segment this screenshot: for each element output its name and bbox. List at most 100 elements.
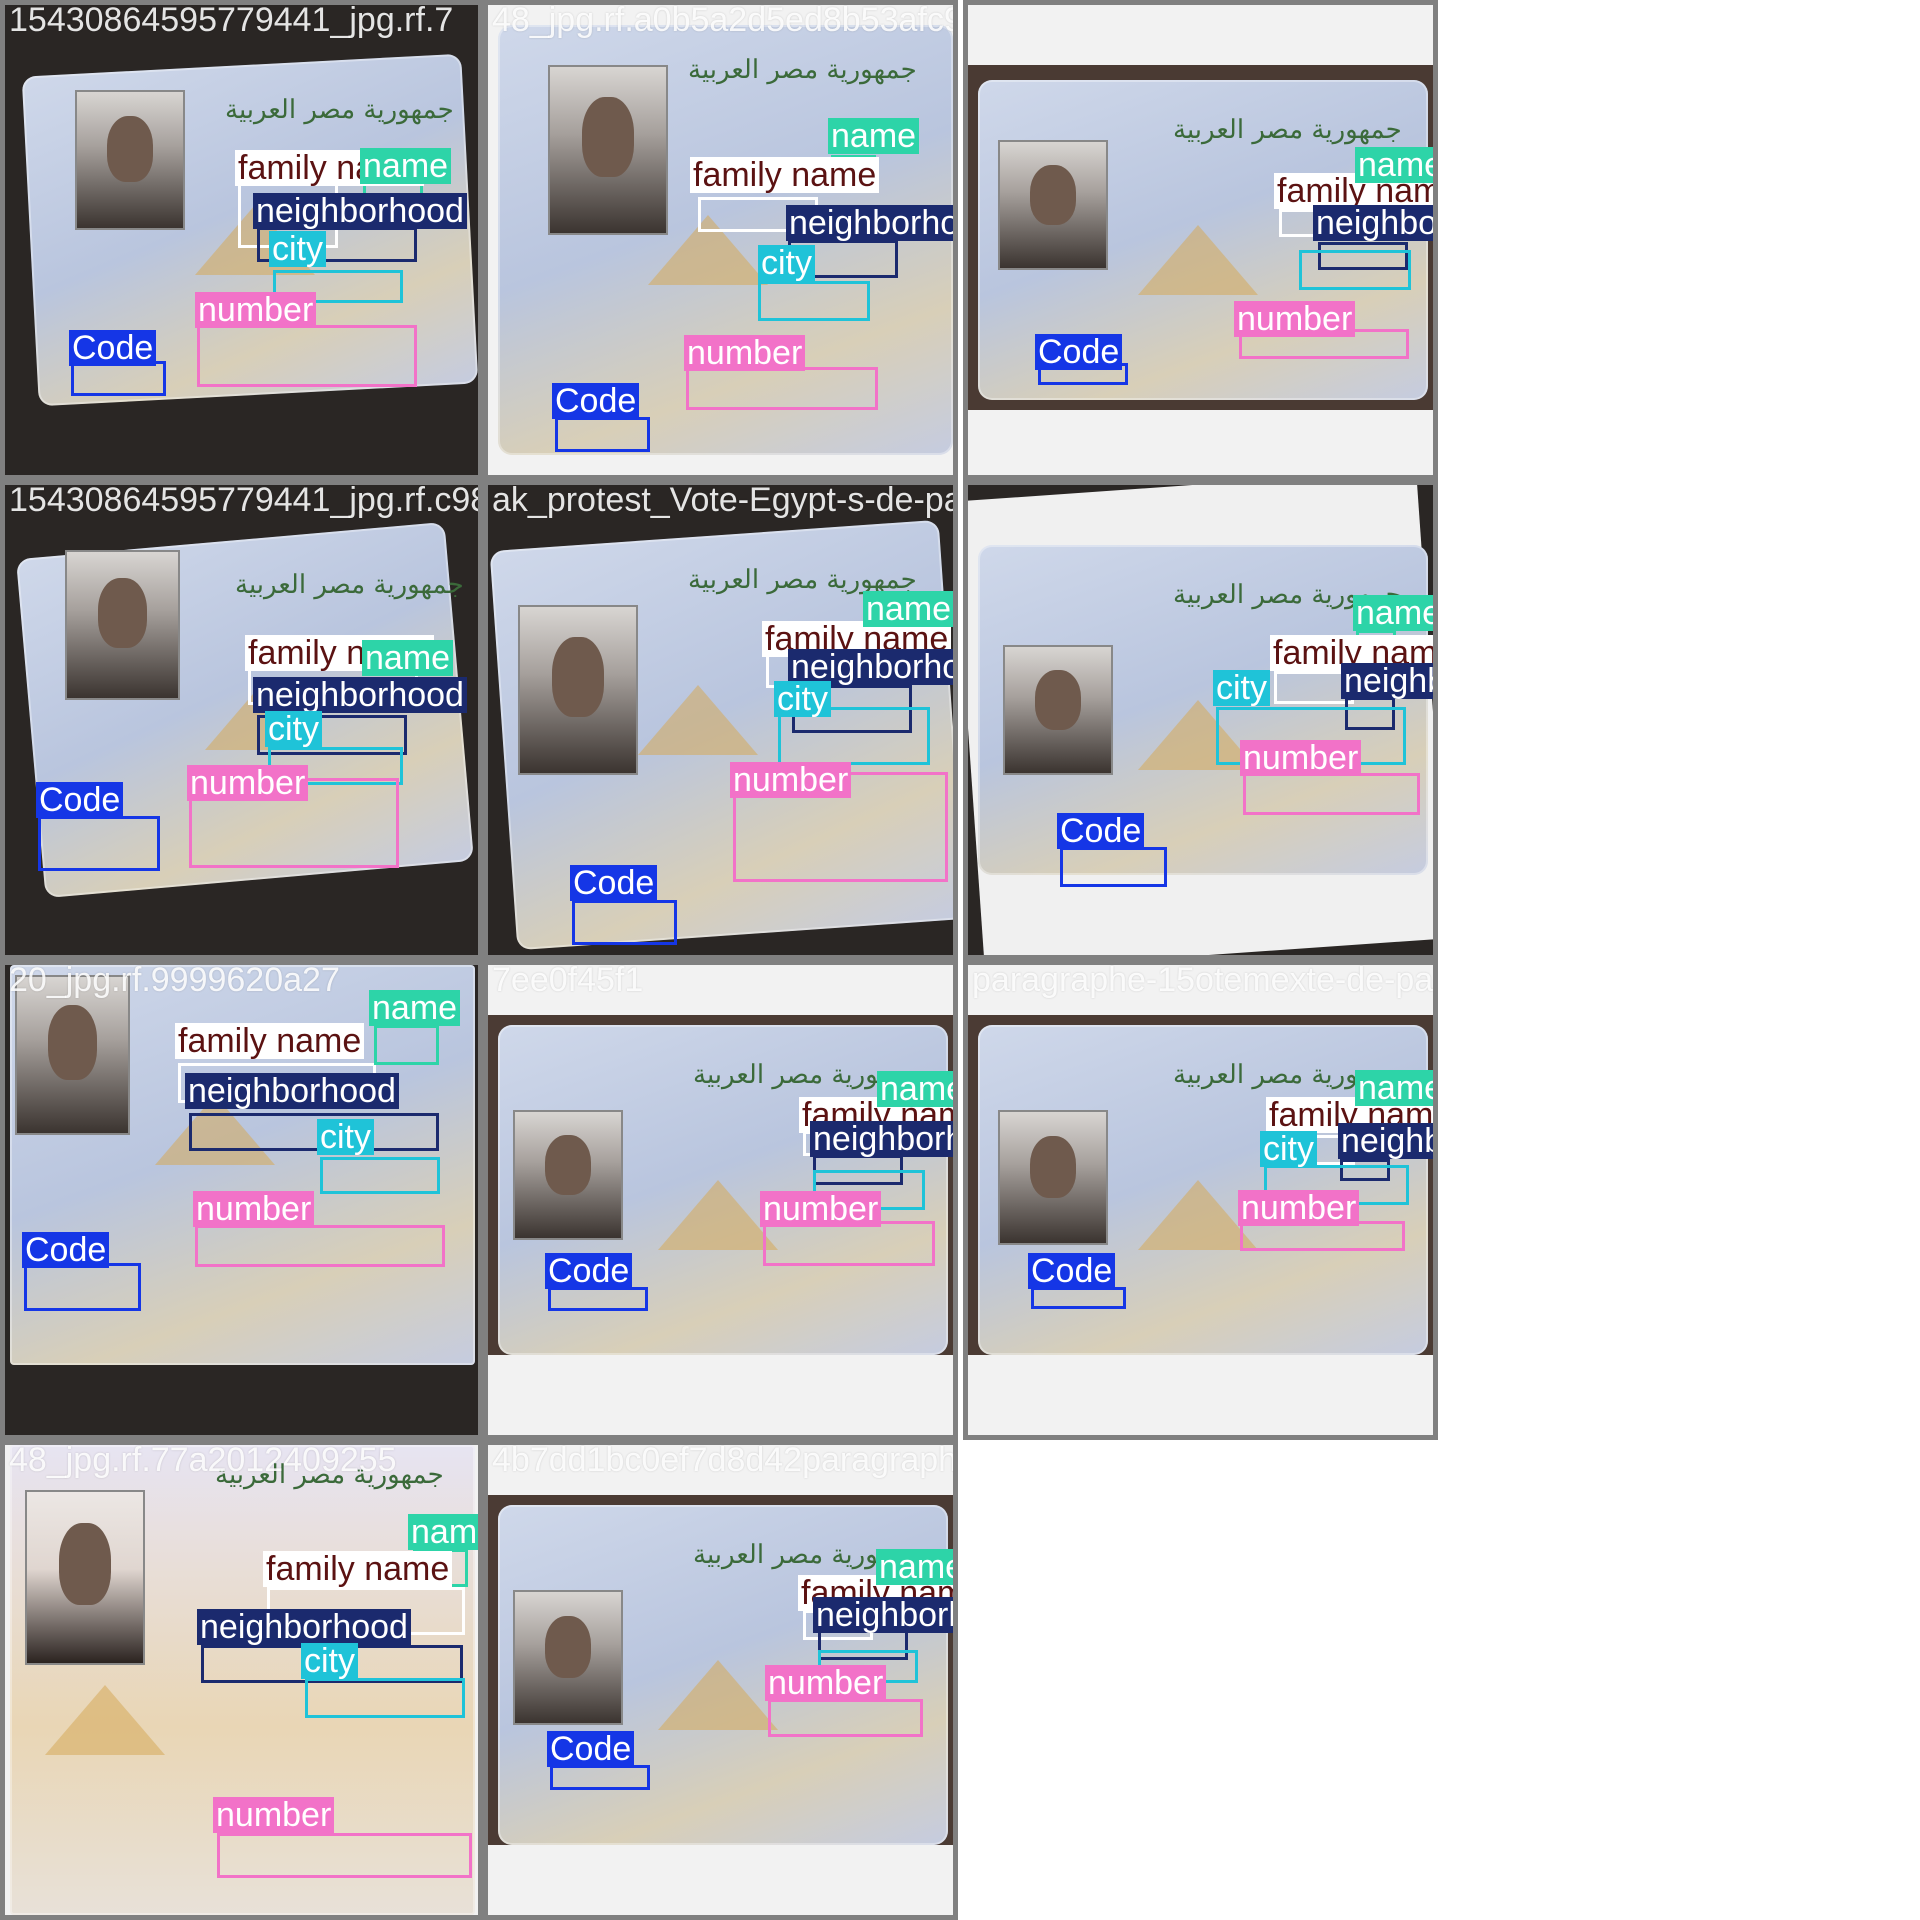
sample-tile: family name name neighborhood city numbe… [0,960,483,1440]
label-city: city [269,231,326,267]
label-name: name [877,1071,953,1107]
label-name: name [876,1549,953,1585]
label-name: name [360,148,452,184]
box-neighborhood [189,1113,439,1151]
box-city [1299,250,1411,290]
portrait-photo [998,1110,1108,1245]
label-neighborhood: neighborhood [810,1121,953,1157]
label-number: number [760,1191,882,1227]
box-number [197,325,417,387]
label-family-name: family name [175,1023,365,1059]
box-number [768,1699,923,1737]
label-code: Code [1057,813,1145,849]
sample-tile: جمهورية مصر العربية family name name nei… [483,960,958,1440]
label-number: number [765,1665,887,1701]
sample-tile: جمهورية مصر العربية family name name nei… [963,0,1438,480]
label-code: Code [1035,334,1123,370]
label-name: name [1353,595,1433,631]
label-number: number [1240,740,1362,776]
box-code [24,1263,141,1311]
sample-tile: جمهورية مصر العربية family name name nei… [963,480,1438,960]
label-city: city [301,1643,358,1679]
label-number: number [730,762,852,798]
tile-filename: 4b7dd1bc0ef7d8d42paragraphe-15-_png_jpg.… [492,1441,958,1479]
label-neighborhood: neighborhood [1338,1123,1433,1159]
label-neighborhood: neighborhood [185,1073,399,1109]
sample-tile: جمهورية مصر العربية family name name nei… [483,480,958,960]
box-number [195,1225,445,1267]
box-code [1031,1287,1126,1309]
label-name: name [828,118,920,154]
card-crest: جمهورية مصر العربية [235,570,464,600]
portrait-photo [513,1110,623,1240]
pyramid-graphic [1138,225,1258,295]
label-city: city [758,245,815,281]
box-code [555,417,650,452]
box-code [1060,847,1167,887]
label-neighborhood: neighborhood [1313,205,1433,241]
portrait-photo [548,65,668,235]
label-name: name [369,990,461,1026]
label-name: name [1355,147,1433,183]
pyramid-graphic [638,685,758,755]
label-name: name [408,1514,478,1550]
portrait-photo [998,140,1108,270]
portrait-photo [513,1590,623,1725]
box-name [374,1025,439,1065]
label-code: Code [547,1731,635,1767]
box-number [1243,773,1420,815]
portrait-photo [75,90,185,230]
box-city [305,1678,465,1718]
portrait-photo [25,1490,145,1665]
label-number: number [1234,301,1356,337]
label-family-name: family name [690,157,880,193]
sample-tile: جمهورية مصر العربية family name name nei… [0,480,483,960]
tile-filename: 48_jpg.rf.77a2012409255 [9,1441,397,1479]
label-city: city [1213,670,1270,706]
label-number: number [213,1797,335,1833]
tile-filename: 7ee0f45f1 [492,961,644,999]
label-city: city [265,711,322,747]
label-neighborhood: neighborhood [813,1597,953,1633]
label-name: name [1355,1070,1433,1106]
label-city: city [1260,1131,1317,1167]
box-city [320,1157,440,1194]
label-code: Code [1028,1253,1116,1289]
tile-filename: 20_jpg.rf.9999620a27 [9,961,340,999]
label-code: Code [545,1253,633,1289]
label-name: name [362,640,454,676]
sample-tile: جمهورية مصر العربية family name name nei… [483,0,958,480]
box-code [38,816,160,871]
box-number [686,367,878,410]
tile-filename: paragraphe-15otemexte-de-paragraphe_png_… [972,961,1434,999]
sample-tile: جمهورية مصر العربية family name name nei… [0,0,483,480]
label-family-name: family name [263,1551,453,1587]
label-number: number [187,765,309,801]
box-code [550,1765,650,1790]
label-neighborhood: neighborhood [253,193,467,229]
box-code [572,900,677,945]
card-crest: جمهورية مصر العربية [1173,115,1402,145]
tile-filename: 48_jpg.rf.a0b5a2d5ed8b53afc9fcb12a45e1ex… [492,1,953,39]
portrait-photo [518,605,638,775]
label-city: city [774,681,831,717]
label-neighborhood: neighborhood [197,1609,411,1645]
card-crest: جمهورية مصر العربية [688,55,917,85]
tile-filename: ak_protest_Vote-Egypt-s-de-paragraphe-40… [492,481,958,519]
pyramid-graphic [45,1685,165,1755]
label-number: number [1238,1190,1360,1226]
label-number: number [195,292,317,328]
prediction-mosaic: جمهورية مصر العربية family name name nei… [0,0,1920,1920]
label-name: name [863,591,953,627]
box-number [217,1833,472,1878]
box-code [548,1287,648,1311]
tile-filename: 15430864595779441_jpg.rf.7 [9,1,454,39]
label-code: Code [552,383,640,419]
label-number: number [684,335,806,371]
label-code: Code [36,782,124,818]
label-code: Code [570,865,658,901]
label-number: number [193,1191,315,1227]
label-neighborhood: neighborhood [253,677,467,713]
pyramid-graphic [658,1660,778,1730]
card-crest: جمهورية مصر العربية [225,95,454,125]
